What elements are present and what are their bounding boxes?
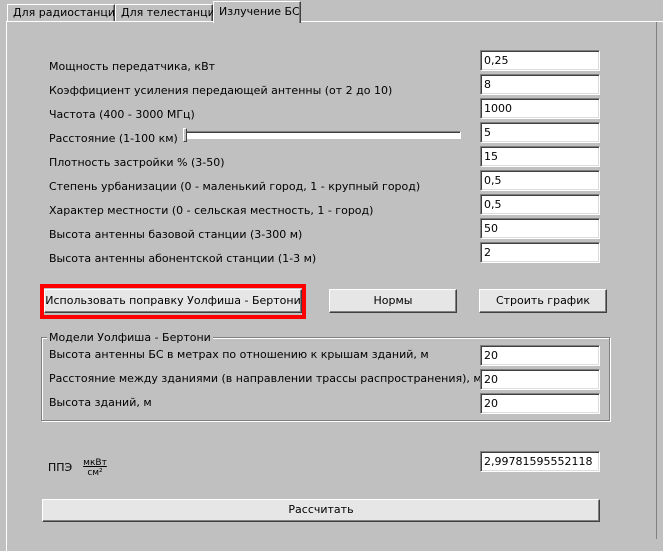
result-unit-numerator: мкВт [83, 458, 107, 468]
walfisch-button-highlight [40, 284, 306, 319]
result-value-field[interactable]: 2,99781595552118 [480, 451, 600, 472]
label-building-spacing: Расстояние между зданиями (в направлении… [49, 372, 482, 385]
panel-right-edge [656, 22, 657, 539]
building-density-input[interactable]: 15 [480, 146, 600, 167]
result-label-ppe: ППЭ [48, 461, 73, 474]
label-antenna-gain: Коэффициент усиления передающей антенны … [49, 84, 393, 97]
subscriber-antenna-height-input[interactable]: 2 [480, 242, 600, 263]
tab-tv-station[interactable]: Для телестанции [115, 4, 222, 21]
label-frequency: Частота (400 - 3000 МГц) [49, 108, 195, 121]
label-distance: Расстояние (1-100 км) [49, 132, 178, 145]
label-subscriber-antenna-height: Высота антенны абонентской станции (1-3 … [49, 252, 317, 265]
result-unit: мкВт см² [82, 458, 108, 478]
label-bs-antenna-height: Высота антенны базовой станции (3-300 м) [49, 228, 303, 241]
label-bs-height-above-roofs: Высота антенны БС в метрах по отношению … [49, 348, 429, 361]
transmitter-power-input[interactable]: 0,25 [480, 50, 600, 71]
terrain-type-input[interactable]: 0,5 [480, 194, 600, 215]
distance-slider-track[interactable] [183, 131, 461, 139]
tab-bs-radiation[interactable]: Излучение БС [213, 1, 301, 23]
walfisch-group-title: Модели Уолфиша - Бертони [47, 331, 213, 344]
urbanization-input[interactable]: 0,5 [480, 170, 600, 191]
tab-radio-station[interactable]: Для радиостанции [7, 4, 122, 21]
label-urbanization: Степень урбанизации (0 - маленький город… [49, 180, 421, 193]
label-terrain-type: Характер местности (0 - сельская местнос… [49, 204, 374, 217]
bs-height-above-roofs-input[interactable]: 20 [480, 345, 600, 366]
plot-button[interactable]: Строить график [479, 289, 607, 313]
result-unit-denominator: см² [87, 468, 103, 478]
calculate-button[interactable]: Рассчитать [42, 499, 600, 522]
tab-bar: Для радиостанции Для телестанции Излучен… [0, 0, 663, 23]
distance-slider-thumb[interactable] [183, 128, 187, 142]
building-spacing-input[interactable]: 20 [480, 369, 600, 390]
label-building-height: Высота зданий, м [49, 396, 152, 409]
label-transmitter-power: Мощность передатчика, кВт [49, 60, 216, 73]
antenna-gain-input[interactable]: 8 [480, 74, 600, 95]
distance-input[interactable]: 5 [480, 122, 600, 143]
building-height-input[interactable]: 20 [480, 393, 600, 414]
label-building-density: Плотность застройки % (3-50) [49, 156, 225, 169]
frequency-input[interactable]: 1000 [480, 98, 600, 119]
norms-button[interactable]: Нормы [329, 289, 457, 313]
bs-antenna-height-input[interactable]: 50 [480, 218, 600, 239]
